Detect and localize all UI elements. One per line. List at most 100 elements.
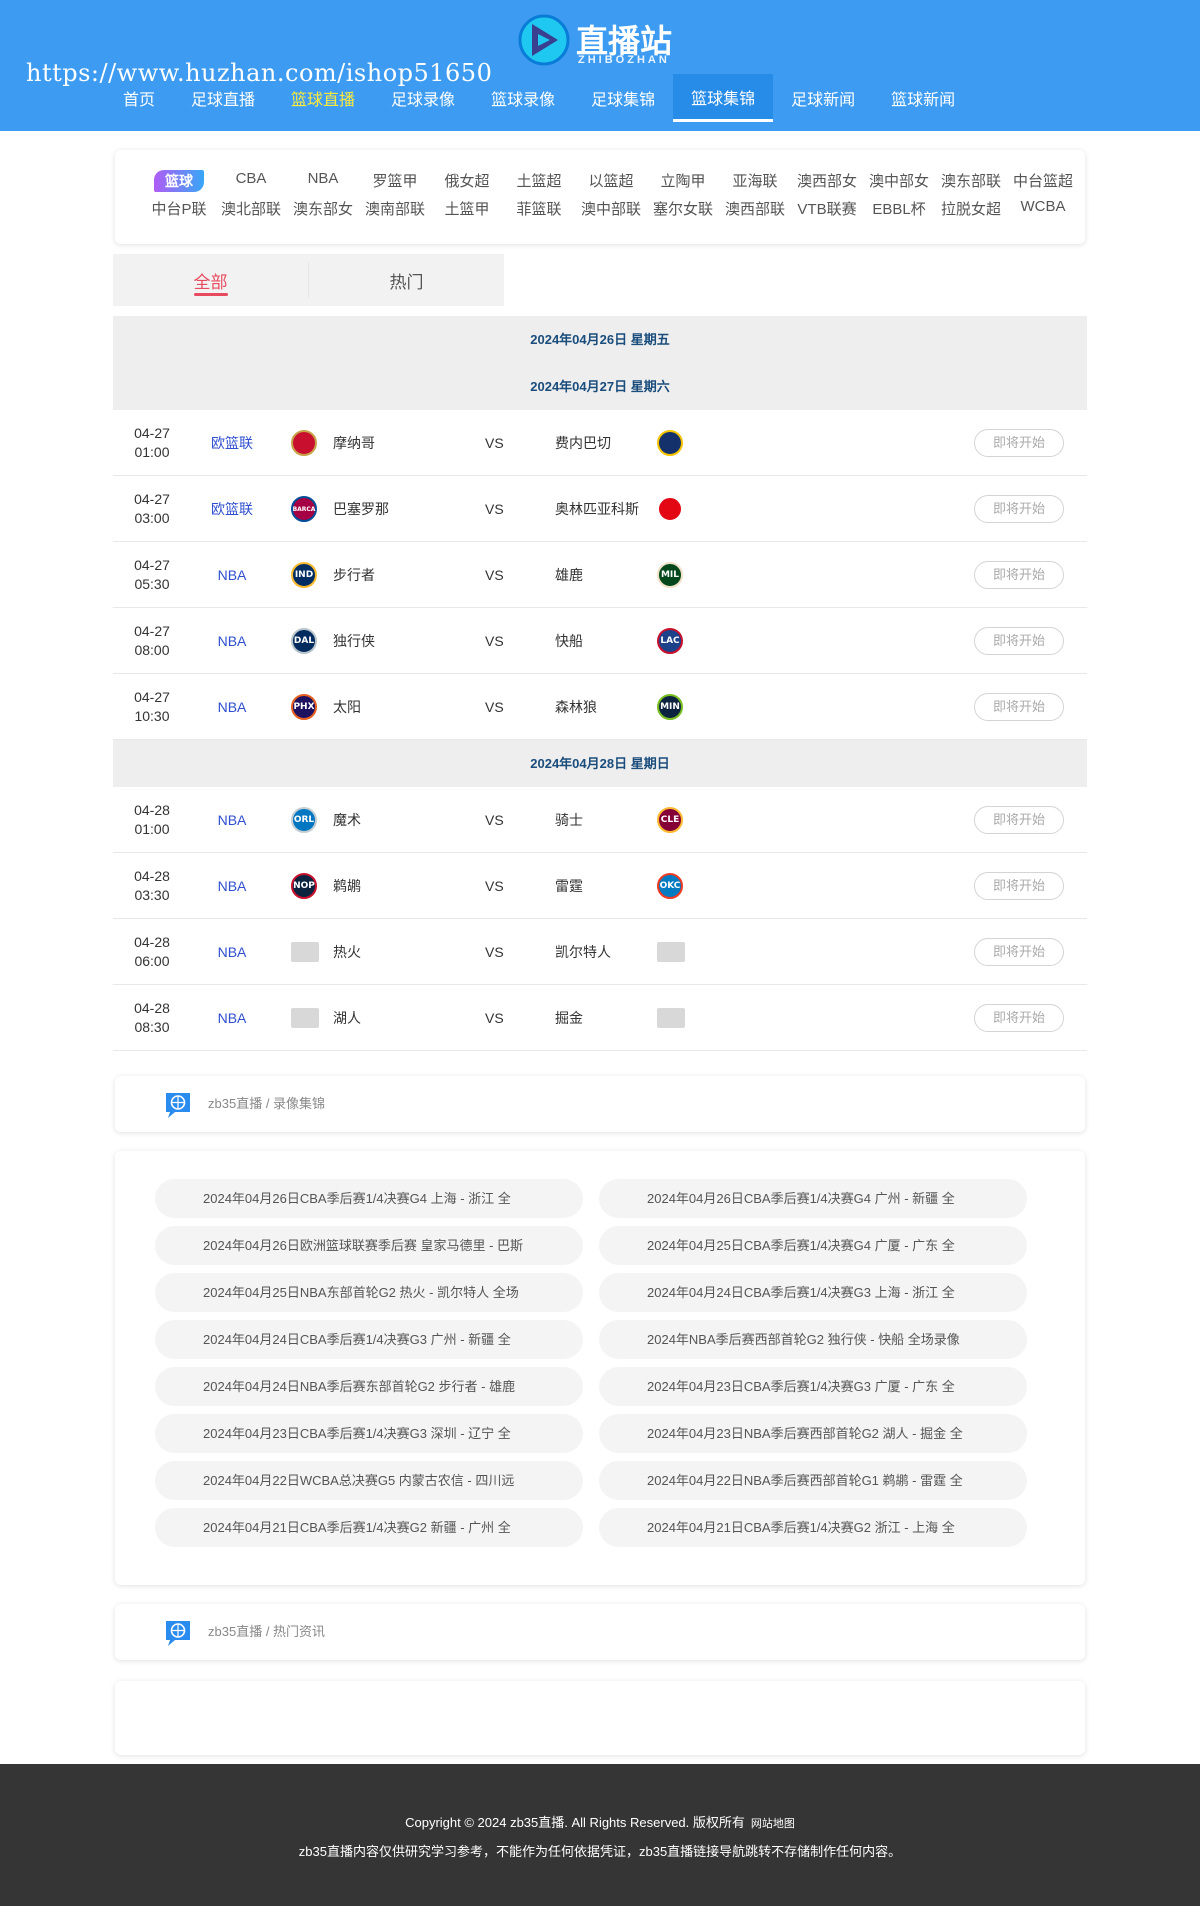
league-filter-item[interactable]: 罗篮甲 [359,170,431,192]
recording-link[interactable]: 2024年04月26日CBA季后赛1/4决赛G4 广州 - 新疆 全 [599,1179,1027,1218]
match-date: 04-27 [134,689,170,705]
league-filter-item[interactable]: 澳中部女 [863,170,935,192]
recording-link[interactable]: 2024年04月24日CBA季后赛1/4决赛G3 广州 - 新疆 全 [155,1320,583,1359]
home-team-logo-icon [291,1008,319,1028]
nav-item[interactable]: 篮球新闻 [873,74,973,122]
league-filter-item[interactable]: 菲篮联 [503,198,575,220]
recording-link[interactable]: 2024年04月23日CBA季后赛1/4决赛G3 深圳 - 辽宁 全 [155,1414,583,1453]
match-row: 04-27 05:30 NBA IND 步行者 VS 雄鹿 MIL 即将开始 [113,542,1087,608]
match-time: 04-28 01:00 [113,801,191,839]
site-header: 直播站 ZHIBOZHAN https://www.huzhan.com/ish… [0,0,1200,131]
match-date: 04-28 [134,934,170,950]
recording-link[interactable]: 2024年04月24日NBA季后赛东部首轮G2 步行者 - 雄鹿 [155,1367,583,1406]
nav-item[interactable]: 篮球直播 [273,74,373,122]
match-league-link[interactable]: NBA [187,787,277,853]
match-date: 04-27 [134,557,170,573]
match-date: 04-27 [134,623,170,639]
away-team-logo-icon: LAC [657,628,683,654]
breadcrumb-site-link[interactable]: zb35直播 [208,1096,262,1111]
league-filter-item[interactable]: 澳东部女 [287,198,359,220]
nav-item[interactable]: 足球录像 [373,74,473,122]
match-status-button[interactable]: 即将开始 [974,872,1064,900]
recording-link[interactable]: 2024年04月25日NBA东部首轮G2 热火 - 凯尔特人 全场 [155,1273,583,1312]
footer-sitemap-link[interactable]: 网站地图 [751,1818,795,1830]
recording-link[interactable]: 2024年NBA季后赛西部首轮G2 独行侠 - 快船 全场录像 [599,1320,1027,1359]
nav-item[interactable]: 首页 [105,74,173,122]
league-filter-item[interactable]: 澳北部联 [215,198,287,220]
league-filter-item[interactable]: 拉脱女超 [935,198,1007,220]
match-status-button[interactable]: 即将开始 [974,561,1064,589]
away-team-logo-icon [657,430,683,456]
league-filter-item[interactable]: NBA [287,170,359,192]
recording-link[interactable]: 2024年04月26日CBA季后赛1/4决赛G4 上海 - 浙江 全 [155,1179,583,1218]
tab-hot[interactable]: 热门 [309,254,504,306]
league-filter-item[interactable]: EBBL杯 [863,198,935,220]
home-team-logo-wrap [291,1005,319,1031]
team-logo-text: LAC [660,636,680,646]
league-filter-item[interactable]: 塞尔女联 [647,198,719,220]
league-filter-item[interactable]: 澳东部联 [935,170,1007,192]
match-league-link[interactable]: 欧篮联 [187,476,277,542]
match-league-link[interactable]: NBA [187,674,277,740]
nav-item[interactable]: 足球集锦 [573,74,673,122]
vs-label: VS [485,435,504,451]
team-logo-text: IND [294,570,314,580]
recording-link[interactable]: 2024年04月24日CBA季后赛1/4决赛G3 上海 - 浙江 全 [599,1273,1027,1312]
match-status-button[interactable]: 即将开始 [974,429,1064,457]
league-filter-item[interactable]: 土篮超 [503,170,575,192]
match-league-link[interactable]: NBA [187,985,277,1051]
match-status-button[interactable]: 即将开始 [974,495,1064,523]
match-league-link[interactable]: NBA [187,608,277,674]
match-status-button[interactable]: 即将开始 [974,627,1064,655]
recording-link[interactable]: 2024年04月25日CBA季后赛1/4决赛G4 广厦 - 广东 全 [599,1226,1027,1265]
match-status-button[interactable]: 即将开始 [974,693,1064,721]
league-filter-active[interactable]: 篮球 [154,170,204,192]
nav-item[interactable]: 足球直播 [173,74,273,122]
league-filter-item[interactable]: 亚海联 [719,170,791,192]
league-filter-item[interactable]: 中台篮超 [1007,170,1079,192]
tab-all[interactable]: 全部 [113,254,308,306]
nav-item[interactable]: 篮球录像 [473,74,573,122]
match-status-button[interactable]: 即将开始 [974,806,1064,834]
recording-link[interactable]: 2024年04月23日CBA季后赛1/4决赛G3 广厦 - 广东 全 [599,1367,1027,1406]
match-row: 04-27 01:00 欧篮联 摩纳哥 VS 费内巴切 即将开始 [113,410,1087,476]
match-status-button[interactable]: 即将开始 [974,1004,1064,1032]
away-team-name: 掘金 [555,1010,583,1026]
team-logo-text: ORL [293,815,315,825]
league-filter-item[interactable]: VTB联赛 [791,198,863,220]
recording-link[interactable]: 2024年04月23日NBA季后赛西部首轮G2 湖人 - 掘金 全 [599,1414,1027,1453]
home-team-logo-icon [291,942,319,962]
league-filter-item[interactable]: 澳西部联 [719,198,791,220]
league-filter-item[interactable]: 立陶甲 [647,170,719,192]
league-filter-item[interactable]: 土篮甲 [431,198,503,220]
recording-link[interactable]: 2024年04月21日CBA季后赛1/4决赛G2 新疆 - 广州 全 [155,1508,583,1547]
league-filter-item[interactable]: CBA [215,170,287,192]
home-team-name: 摩纳哥 [333,435,375,451]
match-league-link[interactable]: NBA [187,919,277,985]
league-filter-item[interactable]: 澳中部联 [575,198,647,220]
match-league-link[interactable]: 欧篮联 [187,410,277,476]
nav-item[interactable]: 足球新闻 [773,74,873,122]
league-filter-panel: 篮球 CBA NBA 罗篮甲 俄女超 土篮超 以篮超 立陶甲 亚海联 澳西部女 澳中部女 澳东部联 中台… [115,150,1085,244]
league-filter-item[interactable]: 以篮超 [575,170,647,192]
site-logo[interactable]: 直播站 ZHIBOZHAN [518,12,678,68]
footer-disclaimer: zb35直播内容仅供研究学习参考，不能作为任何依据凭证，zb35直播链接导航跳转… [298,1844,902,1859]
recording-link[interactable]: 2024年04月26日欧洲篮球联赛季后赛 皇家马德里 - 巴斯 [155,1226,583,1265]
logo-play-icon [518,14,570,66]
league-filter-item[interactable]: WCBA [1007,198,1079,220]
match-status-button[interactable]: 即将开始 [974,938,1064,966]
match-league-link[interactable]: NBA [187,542,277,608]
recording-link[interactable]: 2024年04月21日CBA季后赛1/4决赛G2 浙江 - 上海 全 [599,1508,1027,1547]
recording-link[interactable]: 2024年04月22日WCBA总决赛G5 内蒙古农信 - 四川远 [155,1461,583,1500]
breadcrumb-site-link[interactable]: zb35直播 [208,1624,262,1639]
match-league-link[interactable]: NBA [187,853,277,919]
nav-item[interactable]: 篮球集锦 [673,74,774,122]
logo-subtitle: ZHIBOZHAN [578,54,670,66]
match-time: 04-27 10:30 [113,688,191,726]
league-filter-item[interactable]: 澳西部女 [791,170,863,192]
league-filter-item[interactable]: 澳南部联 [359,198,431,220]
league-filter-item[interactable]: 中台P联 [143,198,215,220]
home-team-logo-icon: BARCA [291,496,317,522]
league-filter-item[interactable]: 俄女超 [431,170,503,192]
recording-link[interactable]: 2024年04月22日NBA季后赛西部首轮G1 鹈鹕 - 雷霆 全 [599,1461,1027,1500]
